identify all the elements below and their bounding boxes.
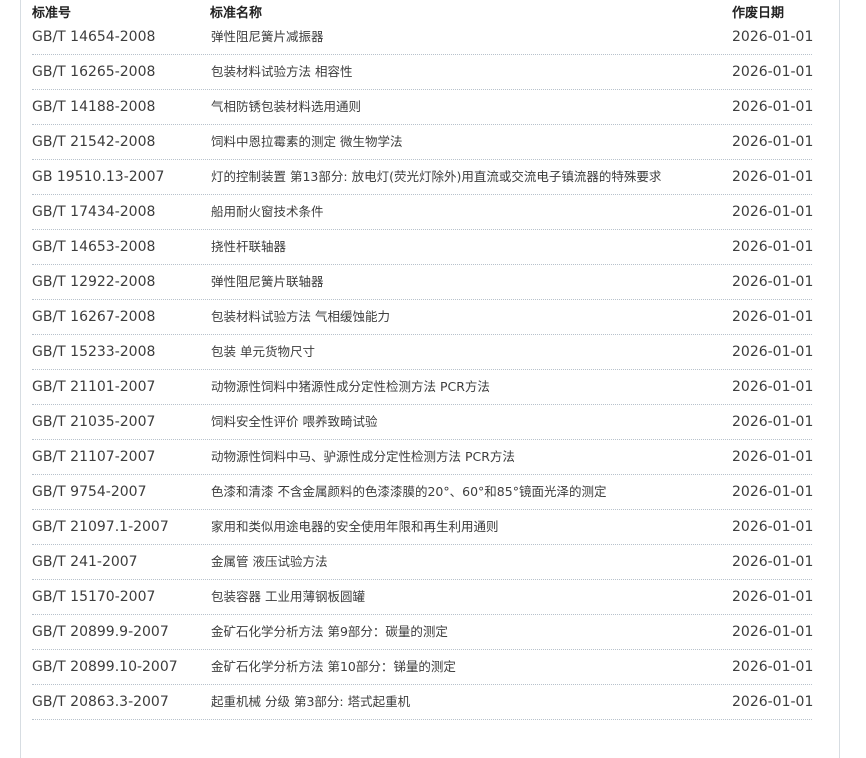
standard-code: GB/T 16267-2008 (32, 309, 156, 325)
void-date: 2026-01-01 (732, 274, 814, 290)
void-date: 2026-01-01 (732, 519, 814, 535)
standard-name-link[interactable]: 包装材料试验方法 相容性 (211, 63, 352, 81)
void-date: 2026-01-01 (732, 414, 814, 430)
standard-name-link[interactable]: 灯的控制装置 第13部分: 放电灯(荧光灯除外)用直流或交流电子镇流器的特殊要求 (211, 168, 661, 186)
table-row: GB/T 21107-2007 动物源性饲料中马、驴源性成分定性检测方法 PCR方… (32, 440, 814, 475)
table-row: GB/T 14654-2008 弹性阻尼簧片减振器 2026-01-01 (32, 20, 814, 55)
standard-code: GB 19510.13-2007 (32, 169, 165, 185)
table-row: GB/T 21101-2007 动物源性饲料中猪源性成分定性检测方法 PCR方法 2… (32, 370, 814, 405)
header-standard-code: 标准号 (32, 6, 72, 21)
standards-table: GB/T 14654-2008 弹性阻尼簧片减振器 2026-01-01 GB/T 1… (32, 20, 814, 720)
void-date: 2026-01-01 (732, 64, 814, 80)
standard-name-link[interactable]: 弹性阻尼簧片联轴器 (211, 273, 324, 291)
standard-name-link[interactable]: 动物源性饲料中马、驴源性成分定性检测方法 PCR方法 (211, 448, 515, 466)
table-row: GB/T 16267-2008 包装材料试验方法 气相缓蚀能力 2026-01-01 (32, 300, 814, 335)
table-row: GB/T 16265-2008 包装材料试验方法 相容性 2026-01-01 (32, 55, 814, 90)
standard-code: GB/T 16265-2008 (32, 64, 156, 80)
void-date: 2026-01-01 (732, 484, 814, 500)
standard-name-link[interactable]: 气相防锈包装材料选用通则 (211, 98, 361, 116)
table-row: GB/T 21035-2007 饲料安全性评价 喂养致畸试验 2026-01-01 (32, 405, 814, 440)
table-row: GB/T 14653-2008 挠性杆联轴器 2026-01-01 (32, 230, 814, 265)
standard-name-link[interactable]: 包装材料试验方法 气相缓蚀能力 (211, 308, 390, 326)
standard-code: GB/T 14188-2008 (32, 99, 156, 115)
void-date: 2026-01-01 (732, 449, 814, 465)
table-row: GB/T 20899.9-2007 金矿石化学分析方法 第9部分：碳量的测定 202… (32, 615, 814, 650)
standard-name-link[interactable]: 动物源性饲料中猪源性成分定性检测方法 PCR方法 (211, 378, 490, 396)
standard-name-link[interactable]: 金属管 液压试验方法 (211, 553, 327, 571)
standard-code: GB/T 14653-2008 (32, 239, 156, 255)
table-row: GB/T 241-2007 金属管 液压试验方法 2026-01-01 (32, 545, 814, 580)
standard-code: GB/T 15233-2008 (32, 344, 156, 360)
standard-code: GB/T 9754-2007 (32, 484, 147, 500)
table-row: GB 19510.13-2007 灯的控制装置 第13部分: 放电灯(荧光灯除外)… (32, 160, 814, 195)
standard-name-link[interactable]: 家用和类似用途电器的安全使用年限和再生利用通则 (211, 518, 499, 536)
void-date: 2026-01-01 (732, 344, 814, 360)
standard-code: GB/T 20899.9-2007 (32, 624, 169, 640)
standard-code: GB/T 21101-2007 (32, 379, 156, 395)
standard-code: GB/T 20863.3-2007 (32, 694, 169, 710)
void-date: 2026-01-01 (732, 659, 814, 675)
standard-name-link[interactable]: 金矿石化学分析方法 第9部分：碳量的测定 (211, 623, 448, 641)
header-void-date: 作废日期 (732, 6, 785, 21)
standard-code: GB/T 12922-2008 (32, 274, 156, 290)
void-date: 2026-01-01 (732, 624, 814, 640)
table-row: GB/T 20863.3-2007 起重机械 分级 第3部分: 塔式起重机 2026… (32, 685, 814, 720)
standard-name-link[interactable]: 弹性阻尼簧片减振器 (211, 28, 324, 46)
table-row: GB/T 9754-2007 色漆和清漆 不含金属颜料的色漆漆膜的20°、60°和… (32, 475, 814, 510)
table-row: GB/T 21542-2008 饲料中恩拉霉素的测定 微生物学法 2026-01-0… (32, 125, 814, 160)
table-row: GB/T 20899.10-2007 金矿石化学分析方法 第10部分：锑量的测定 2… (32, 650, 814, 685)
void-date: 2026-01-01 (732, 169, 814, 185)
standard-name-link[interactable]: 船用耐火窗技术条件 (211, 203, 324, 221)
standard-name-link[interactable]: 起重机械 分级 第3部分: 塔式起重机 (211, 693, 410, 711)
table-row: GB/T 15233-2008 包装 单元货物尺寸 2026-01-01 (32, 335, 814, 370)
standard-name-link[interactable]: 饲料中恩拉霉素的测定 微生物学法 (211, 133, 402, 151)
standard-name-link[interactable]: 挠性杆联轴器 (211, 238, 286, 256)
header-standard-name: 标准名称 (210, 6, 263, 21)
standard-code: GB/T 21035-2007 (32, 414, 156, 430)
standard-name-link[interactable]: 金矿石化学分析方法 第10部分：锑量的测定 (211, 658, 456, 676)
table-row: GB/T 21097.1-2007 家用和类似用途电器的安全使用年限和再生利用通则… (32, 510, 814, 545)
void-date: 2026-01-01 (732, 554, 814, 570)
void-date: 2026-01-01 (732, 694, 814, 710)
table-row: GB/T 12922-2008 弹性阻尼簧片联轴器 2026-01-01 (32, 265, 814, 300)
standard-name-link[interactable]: 包装容器 工业用薄钢板圆罐 (211, 588, 365, 606)
table-row: GB/T 17434-2008 船用耐火窗技术条件 2026-01-01 (32, 195, 814, 230)
void-date: 2026-01-01 (732, 379, 814, 395)
standard-code: GB/T 21542-2008 (32, 134, 156, 150)
void-date: 2026-01-01 (732, 204, 814, 220)
standard-name-link[interactable]: 饲料安全性评价 喂养致畸试验 (211, 413, 377, 431)
standard-code: GB/T 21107-2007 (32, 449, 156, 465)
standard-code: GB/T 241-2007 (32, 554, 138, 570)
table-header: 标准号 标准名称 作废日期 (32, 0, 812, 21)
table-row: GB/T 14188-2008 气相防锈包装材料选用通则 2026-01-01 (32, 90, 814, 125)
void-date: 2026-01-01 (732, 134, 814, 150)
standard-code: GB/T 14654-2008 (32, 29, 156, 45)
standard-code: GB/T 21097.1-2007 (32, 519, 169, 535)
standard-code: GB/T 20899.10-2007 (32, 659, 178, 675)
standard-name-link[interactable]: 包装 单元货物尺寸 (211, 343, 315, 361)
standard-code: GB/T 17434-2008 (32, 204, 156, 220)
standard-code: GB/T 15170-2007 (32, 589, 156, 605)
void-date: 2026-01-01 (732, 99, 814, 115)
void-date: 2026-01-01 (732, 239, 814, 255)
void-date: 2026-01-01 (732, 29, 814, 45)
void-date: 2026-01-01 (732, 309, 814, 325)
void-date: 2026-01-01 (732, 589, 814, 605)
standard-name-link[interactable]: 色漆和清漆 不含金属颜料的色漆漆膜的20°、60°和85°镜面光泽的测定 (211, 483, 606, 501)
table-row: GB/T 15170-2007 包装容器 工业用薄钢板圆罐 2026-01-01 (32, 580, 814, 615)
